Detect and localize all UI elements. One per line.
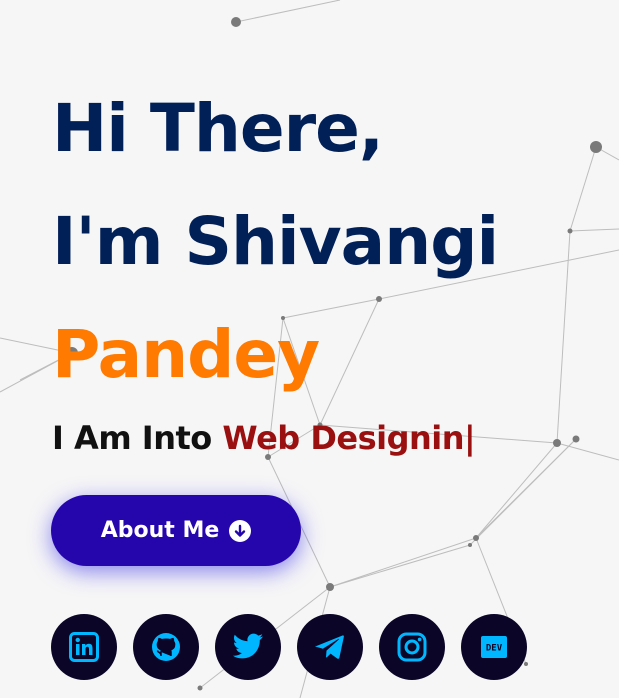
- about-me-label: About Me: [100, 518, 220, 543]
- instagram-link[interactable]: [379, 614, 445, 680]
- github-link[interactable]: [133, 614, 199, 680]
- arrow-down-circle-icon: [229, 519, 252, 542]
- linkedin-icon: [69, 632, 99, 662]
- headline-greeting: Hi There,: [52, 90, 384, 167]
- instagram-icon: [397, 632, 427, 662]
- typing-text: Web Designin: [222, 419, 465, 457]
- hero-section: Hi There, I'm Shivangi Pandey I Am Into …: [52, 72, 612, 457]
- hero-headline: Hi There, I'm Shivangi Pandey: [52, 72, 612, 411]
- svg-text:DEV: DEV: [486, 644, 503, 654]
- social-links: DEV: [51, 614, 527, 680]
- dev-icon: DEV: [481, 636, 507, 658]
- headline-name: I'm Shivangi: [52, 203, 499, 280]
- twitter-link[interactable]: [215, 614, 281, 680]
- typing-prefix: I Am Into: [52, 419, 223, 457]
- linkedin-link[interactable]: [51, 614, 117, 680]
- dev-link[interactable]: DEV: [461, 614, 527, 680]
- twitter-icon: [232, 633, 263, 659]
- telegram-link[interactable]: [297, 614, 363, 680]
- headline-surname: Pandey: [52, 316, 320, 393]
- telegram-icon: [315, 635, 344, 659]
- typing-tagline: I Am Into Web Designin|: [52, 419, 612, 457]
- typing-cursor: |: [464, 419, 476, 457]
- github-icon: [152, 633, 180, 661]
- about-me-button[interactable]: About Me: [51, 495, 301, 566]
